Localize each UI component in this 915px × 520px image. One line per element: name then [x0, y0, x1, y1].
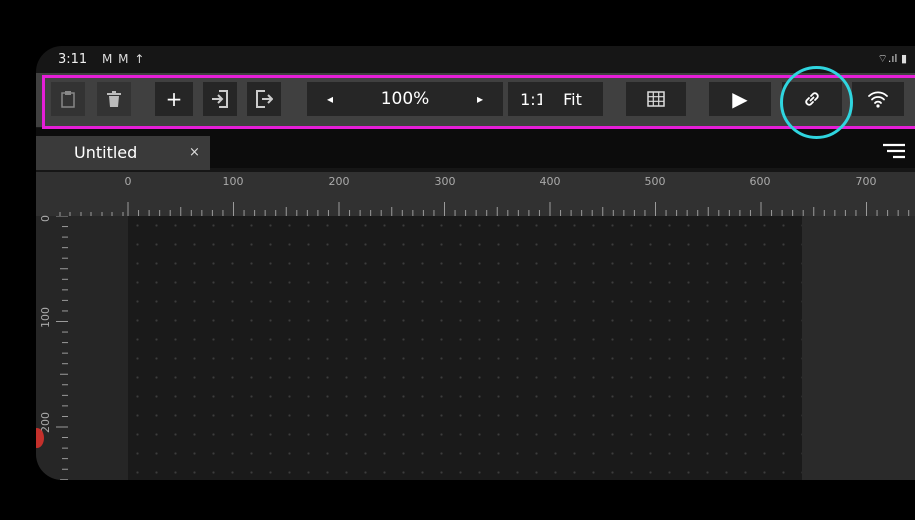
- notification-icons: M M ↑: [102, 52, 146, 66]
- tab-bar: Untitled ×: [36, 128, 915, 170]
- tab-label: Untitled: [74, 143, 138, 162]
- trash-icon: [107, 91, 121, 107]
- clipboard-icon: [61, 91, 75, 108]
- vertical-ruler: 0 100 200: [36, 215, 128, 480]
- fit-button[interactable]: Fit: [542, 82, 603, 116]
- status-bar: 3:11 M M ↑ ⌔.ıl ▮: [36, 46, 915, 72]
- export-icon: [256, 90, 273, 108]
- canvas-outside-area: [802, 216, 915, 480]
- sort-menu-icon: [883, 143, 905, 159]
- zoom-value: 100%: [380, 89, 430, 109]
- system-status-icons: ⌔.ıl ▮: [877, 52, 908, 65]
- export-button[interactable]: [247, 82, 281, 116]
- zoom-control: ◂ 100% ▸: [307, 82, 503, 116]
- wifi-icon: [868, 91, 888, 108]
- play-button[interactable]: ▶: [709, 82, 771, 116]
- link-button[interactable]: [782, 82, 842, 116]
- tab-untitled[interactable]: Untitled ×: [36, 136, 210, 170]
- import-button[interactable]: [203, 82, 237, 116]
- vruler-ticks: [56, 216, 68, 480]
- grid-icon: [647, 91, 665, 107]
- zoom-out-button[interactable]: ◂: [327, 92, 333, 106]
- grid-button[interactable]: [626, 82, 686, 116]
- add-button[interactable]: +: [155, 82, 193, 116]
- design-canvas[interactable]: [128, 216, 802, 480]
- status-time: 3:11: [58, 52, 88, 67]
- menu-button[interactable]: [879, 140, 909, 164]
- delete-button[interactable]: [97, 82, 131, 116]
- wifi-button[interactable]: [852, 82, 904, 116]
- device-screen: 3:11 M M ↑ ⌔.ıl ▮ + ◂ 100% ▸ 1:1 Fit ▶ U…: [36, 46, 915, 480]
- horizontal-ruler: 0 100 200 300 400 500 600 700: [36, 172, 915, 216]
- ruler-ticks: [59, 202, 910, 216]
- toolbar: + ◂ 100% ▸ 1:1 Fit ▶: [36, 73, 915, 127]
- link-icon: [805, 92, 819, 106]
- paste-button[interactable]: [51, 82, 85, 116]
- zoom-in-button[interactable]: ▸: [477, 92, 483, 106]
- import-icon: [212, 90, 228, 108]
- tab-close-button[interactable]: ×: [189, 145, 200, 160]
